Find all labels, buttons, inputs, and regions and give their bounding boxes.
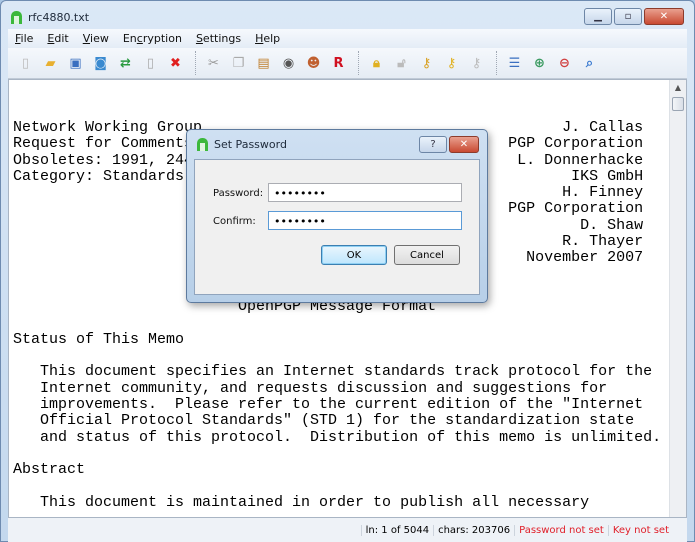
menu-help[interactable]: Help xyxy=(248,32,287,45)
paste-icon[interactable]: ▤ xyxy=(252,52,275,74)
key-add-icon[interactable]: ⚷ xyxy=(415,52,438,74)
word-wrap-icon[interactable]: ☰ xyxy=(503,52,526,74)
set-password-dialog: Set Password ? ✕ Password: •••••••• Conf… xyxy=(186,129,488,303)
confirm-label: Confirm: xyxy=(213,216,256,227)
menu-file[interactable]: File xyxy=(8,32,40,45)
toolbar-separator xyxy=(496,51,497,75)
close-file-icon[interactable]: ✖ xyxy=(164,52,187,74)
menu-encryption-rest: ryption xyxy=(142,32,182,45)
key-status: Key not set xyxy=(607,524,673,536)
find-binoculars-icon[interactable]: ◉ xyxy=(277,52,300,74)
r-recipient-icon[interactable]: R xyxy=(327,52,350,74)
dialog-close-button[interactable]: ✕ xyxy=(449,136,479,153)
zoom-reset-icon[interactable]: ⌕ xyxy=(578,52,601,74)
status-bar: ln: 1 of 5044 chars: 203706 Password not… xyxy=(8,518,687,542)
key-remove-icon[interactable]: ⚷ xyxy=(465,52,488,74)
copy-icon[interactable]: ❐ xyxy=(227,52,250,74)
confirm-field[interactable]: •••••••• xyxy=(268,211,462,230)
zoom-out-icon[interactable]: ⊖ xyxy=(553,52,576,74)
user-icon[interactable]: ☻ xyxy=(302,52,325,74)
key-icon[interactable]: ⚷ xyxy=(440,52,463,74)
menu-settings[interactable]: Settings xyxy=(189,32,248,45)
vertical-scrollbar[interactable]: ▲ xyxy=(669,80,686,517)
scroll-up-arrow[interactable]: ▲ xyxy=(670,80,686,96)
open-folder-icon[interactable]: ▰ xyxy=(39,52,62,74)
cut-icon[interactable]: ✂ xyxy=(202,52,225,74)
scroll-thumb[interactable] xyxy=(672,97,684,111)
save-all-icon[interactable]: ◙ xyxy=(89,52,112,74)
menu-bar: File Edit View Encryption Settings Help xyxy=(8,29,687,48)
lock-icon[interactable]: 🔒︎ xyxy=(365,52,388,74)
app-icon xyxy=(197,138,208,151)
zoom-in-icon[interactable]: ⊕ xyxy=(528,52,551,74)
app-icon xyxy=(11,10,22,24)
chars-status: chars: 203706 xyxy=(433,524,514,536)
menu-view[interactable]: View xyxy=(76,32,116,45)
window-title: rfc4880.txt xyxy=(28,10,90,24)
maximize-button[interactable]: ▫ xyxy=(614,8,642,25)
cancel-button[interactable]: Cancel xyxy=(394,245,460,265)
toolbar-separator xyxy=(195,51,196,75)
toolbar-separator xyxy=(358,51,359,75)
password-status: Password not set xyxy=(514,524,608,536)
dialog-title: Set Password xyxy=(214,138,287,151)
password-label: Password: xyxy=(213,188,264,199)
menu-encryption-prefix: En xyxy=(122,32,137,45)
ok-button[interactable]: OK xyxy=(321,245,387,265)
menu-encryption[interactable]: Encryption xyxy=(116,32,189,45)
unlock-icon[interactable]: 🔓︎ xyxy=(390,52,413,74)
print-preview-icon[interactable]: ▯ xyxy=(139,52,162,74)
menu-edit[interactable]: Edit xyxy=(40,32,75,45)
password-field[interactable]: •••••••• xyxy=(268,183,462,202)
help-button[interactable]: ? xyxy=(419,136,447,153)
save-icon[interactable]: ▣ xyxy=(64,52,87,74)
minimize-button[interactable]: ▁ xyxy=(584,8,612,25)
close-button[interactable]: ✕ xyxy=(644,8,684,25)
convert-icon[interactable]: ⇄ xyxy=(114,52,137,74)
line-status: ln: 1 of 5044 xyxy=(360,524,433,536)
new-file-icon[interactable]: ▯ xyxy=(14,52,37,74)
toolbar: ▯ ▰ ▣ ◙ ⇄ ▯ ✖ ✂ ❐ ▤ ◉ ☻ R 🔒︎ 🔓︎ ⚷ ⚷ ⚷ ☰ ⊕ ⊖ ⌕ xyxy=(8,48,687,79)
title-bar: rfc4880.txt xyxy=(11,8,89,26)
